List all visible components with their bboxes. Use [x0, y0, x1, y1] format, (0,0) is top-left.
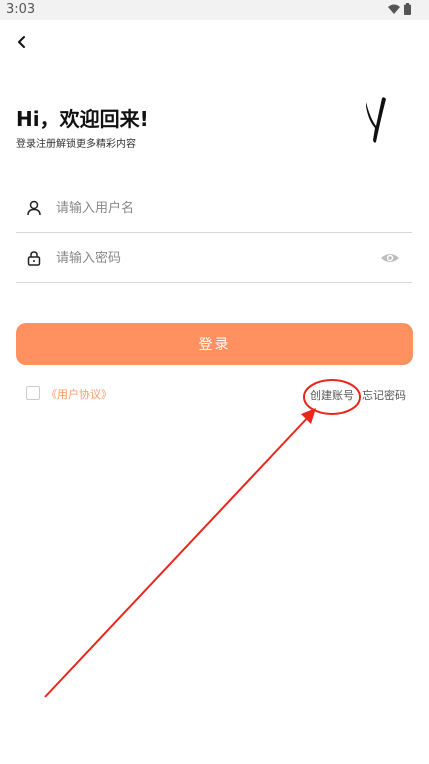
- battery-icon: [404, 3, 411, 15]
- brand-logo: [366, 97, 386, 143]
- back-button[interactable]: [14, 32, 34, 52]
- annotation-arrow-head: [301, 408, 316, 424]
- page-title: Hi，欢迎回来!: [16, 107, 149, 131]
- page-subtitle: 登录注册解锁更多精彩内容: [16, 139, 136, 150]
- back-arrow-icon: [18, 36, 25, 48]
- annotation-arrow-line: [44, 412, 313, 698]
- login-button[interactable]: 登录: [16, 323, 413, 365]
- password-field: [16, 234, 412, 283]
- agreement-checkbox[interactable]: [26, 386, 40, 400]
- eye-icon[interactable]: [380, 250, 400, 266]
- status-time: 3:03: [6, 2, 36, 17]
- forgot-password-link[interactable]: 忘记密码: [362, 387, 406, 403]
- user-icon: [27, 200, 41, 216]
- status-bar: 3:03: [0, 0, 429, 20]
- username-input[interactable]: [54, 194, 368, 222]
- wifi-icon: [388, 4, 400, 14]
- lock-icon: [27, 251, 41, 266]
- status-icons: [388, 3, 411, 15]
- password-input[interactable]: [54, 244, 368, 272]
- username-field: [16, 184, 412, 233]
- user-agreement-link[interactable]: 《用户协议》: [46, 386, 112, 402]
- create-account-link[interactable]: 创建账号: [310, 387, 354, 403]
